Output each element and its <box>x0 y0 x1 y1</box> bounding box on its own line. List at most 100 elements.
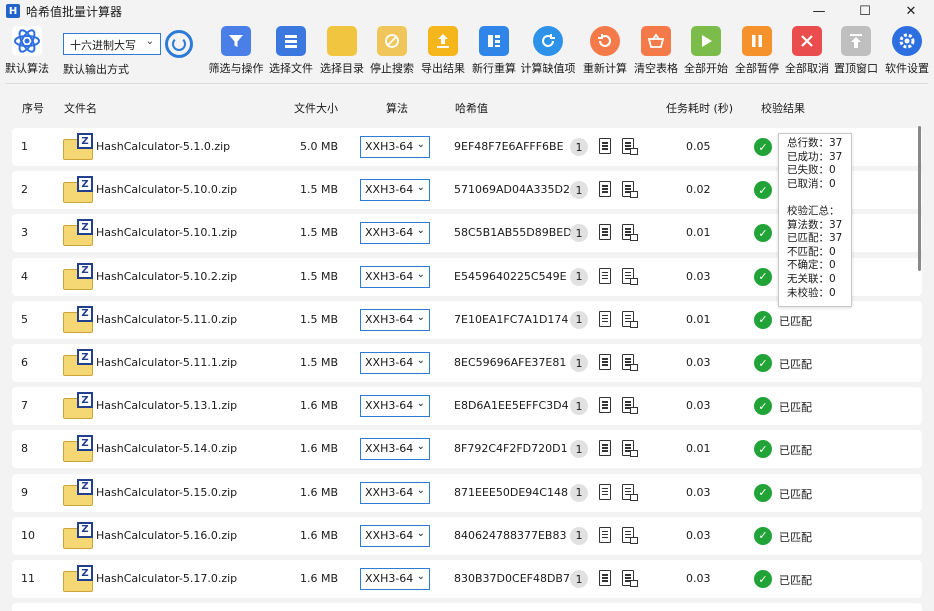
filter-button[interactable]: 筛选与操作 <box>209 26 264 76</box>
new-row-recalc-button[interactable]: 新行重算 <box>468 26 520 76</box>
verify-result: 已匹配 <box>779 358 812 371</box>
hash-value[interactable]: 571069AD04A335D2 <box>454 183 570 196</box>
algo-select[interactable]: XXH3-64 ⌄ <box>360 438 430 461</box>
algo-select[interactable]: XXH3-64 ⌄ <box>360 222 430 245</box>
copy-hash-icon[interactable] <box>599 354 611 370</box>
hash-details-icon[interactable] <box>622 267 638 285</box>
tooltip-line <box>787 191 851 205</box>
hash-count-badge[interactable]: 1 <box>570 310 588 329</box>
algo-select[interactable]: XXH3-64 ⌄ <box>360 179 430 202</box>
default-algo-button[interactable]: 默认算法 <box>1 26 53 76</box>
refresh-icon[interactable] <box>165 30 193 58</box>
pin-top-button[interactable]: 置顶窗口 <box>830 26 882 76</box>
hash-value[interactable]: 7E10EA1FC7A1D174 <box>454 313 568 326</box>
table-row[interactable]: 7 Z HashCalculator-5.13.1.zip 1.6 MB XXH3-64… <box>12 387 922 426</box>
hash-count-badge[interactable]: 1 <box>570 181 588 200</box>
hash-value[interactable]: 830B37D0CEF48DB7 <box>454 572 570 585</box>
hash-count-badge[interactable]: 1 <box>570 138 588 156</box>
header-algo[interactable]: 算法 <box>386 100 408 116</box>
hash-value[interactable]: 9EF48F7E6AFFF6BE <box>454 140 564 153</box>
copy-hash-icon[interactable] <box>599 483 611 500</box>
hash-value[interactable]: 871EEE50DE94C148 <box>454 486 568 499</box>
clear-table-button[interactable]: 清空表格 <box>630 26 682 76</box>
hash-count-badge[interactable]: 1 <box>570 224 588 243</box>
hash-value[interactable]: 58C5B1AB55D89BED <box>454 226 572 239</box>
table-row[interactable]: 11 Z HashCalculator-5.17.0.zip 1.6 MB XXH3-6… <box>12 560 922 598</box>
algo-select[interactable]: XXH3-64 ⌄ <box>360 481 430 504</box>
copy-hash-icon[interactable] <box>599 440 611 457</box>
export-button[interactable]: 导出结果 <box>417 26 469 76</box>
header-time[interactable]: 任务耗时 (秒) <box>666 100 733 116</box>
hash-count-badge[interactable]: 1 <box>570 526 588 545</box>
table-row[interactable] <box>12 603 922 611</box>
hash-details-icon[interactable] <box>622 440 638 458</box>
cancel-all-button[interactable]: 全部取消 <box>781 26 833 76</box>
table-row[interactable]: 6 Z HashCalculator-5.11.1.zip 1.5 MB XXH3-64… <box>12 344 922 382</box>
table-row[interactable]: 9 Z HashCalculator-5.15.0.zip 1.6 MB XXH3-64… <box>12 473 922 512</box>
algo-select[interactable]: XXH3-64 ⌄ <box>360 568 430 590</box>
minimize-button[interactable]: — <box>796 0 842 22</box>
hash-details-icon[interactable] <box>622 570 638 587</box>
hash-value[interactable]: E8D6A1EE5EFFC3D4 <box>454 399 569 412</box>
hash-details-icon[interactable] <box>622 526 638 544</box>
algo-select[interactable]: XXH3-64 ⌄ <box>360 308 430 331</box>
hash-details-icon[interactable] <box>622 354 638 371</box>
hash-value[interactable]: 8EC59696AFE37E81 <box>454 356 566 369</box>
maximize-button[interactable]: ☐ <box>842 0 888 22</box>
file-size: 1.5 MB <box>300 183 339 197</box>
copy-hash-icon[interactable] <box>599 138 611 154</box>
hash-value[interactable]: E5459640225C549E <box>454 270 567 283</box>
copy-hash-icon[interactable] <box>599 397 611 414</box>
hash-details-icon[interactable] <box>622 483 638 501</box>
hash-details-icon[interactable] <box>622 181 638 199</box>
header-hash[interactable]: 哈希值 <box>455 100 488 116</box>
algo-value: XXH3-64 <box>365 572 414 585</box>
app-logo-icon: H <box>6 4 20 18</box>
copy-hash-icon[interactable] <box>599 570 611 586</box>
hash-details-icon[interactable] <box>622 397 638 415</box>
table-row[interactable]: 10 Z HashCalculator-5.16.0.zip 1.6 MB XXH3-6… <box>12 516 922 555</box>
recalc-button[interactable]: 重新计算 <box>579 26 631 76</box>
algo-select[interactable]: XXH3-64 ⌄ <box>360 395 430 418</box>
hash-count-badge[interactable]: 1 <box>570 440 588 459</box>
copy-hash-icon[interactable] <box>599 224 611 241</box>
header-size[interactable]: 文件大小 <box>294 100 338 116</box>
copy-hash-icon[interactable] <box>599 181 611 198</box>
tooltip-line: 已成功：37 <box>787 150 843 163</box>
header-index[interactable]: 序号 <box>22 100 44 116</box>
stop-search-button[interactable]: 停止搜索 <box>366 26 418 76</box>
hash-count-badge[interactable]: 1 <box>570 397 588 416</box>
copy-hash-icon[interactable] <box>599 267 611 284</box>
hash-details-icon[interactable] <box>622 138 638 155</box>
algo-select[interactable]: XXH3-64 ⌄ <box>360 524 430 547</box>
hash-count-badge[interactable]: 1 <box>570 267 588 286</box>
pin-top-label: 置顶窗口 <box>834 62 878 75</box>
output-format-select[interactable]: 十六进制大写 ⌄ <box>63 33 161 55</box>
pause-all-button[interactable]: 全部暂停 <box>731 26 783 76</box>
close-window-button[interactable]: ✕ <box>888 0 934 22</box>
hash-value[interactable]: 840624788377EB83 <box>454 529 566 542</box>
algo-select[interactable]: XXH3-64 ⌄ <box>360 136 430 158</box>
calc-missing-button[interactable]: 计算缺值项 <box>521 26 576 76</box>
scrollbar[interactable] <box>918 126 921 271</box>
algo-select[interactable]: XXH3-64 ⌄ <box>360 265 430 288</box>
settings-button[interactable]: 软件设置 <box>881 26 933 76</box>
header-result[interactable]: 校验结果 <box>761 100 805 116</box>
hash-count-badge[interactable]: 1 <box>570 570 588 588</box>
verify-result: 已匹配 <box>779 487 812 501</box>
hash-count-badge[interactable]: 1 <box>570 483 588 502</box>
task-time: 0.01 <box>686 442 711 456</box>
hash-details-icon[interactable] <box>622 224 638 242</box>
hash-value[interactable]: 8F792C4F2FD720D1 <box>454 442 568 455</box>
copy-hash-icon[interactable] <box>599 526 611 543</box>
hash-details-icon[interactable] <box>622 310 638 328</box>
copy-hash-icon[interactable] <box>599 310 611 327</box>
table-row[interactable]: 8 Z HashCalculator-5.14.0.zip 1.6 MB XXH3-64… <box>12 430 922 469</box>
hash-count-badge[interactable]: 1 <box>570 354 588 372</box>
check-icon: ✓ <box>754 440 772 459</box>
select-files-button[interactable]: 选择文件 <box>265 26 317 76</box>
select-dir-button[interactable]: 选择目录 <box>316 26 368 76</box>
start-all-button[interactable]: 全部开始 <box>680 26 732 76</box>
algo-select[interactable]: XXH3-64 ⌄ <box>360 352 430 374</box>
header-name[interactable]: 文件名 <box>64 100 97 116</box>
